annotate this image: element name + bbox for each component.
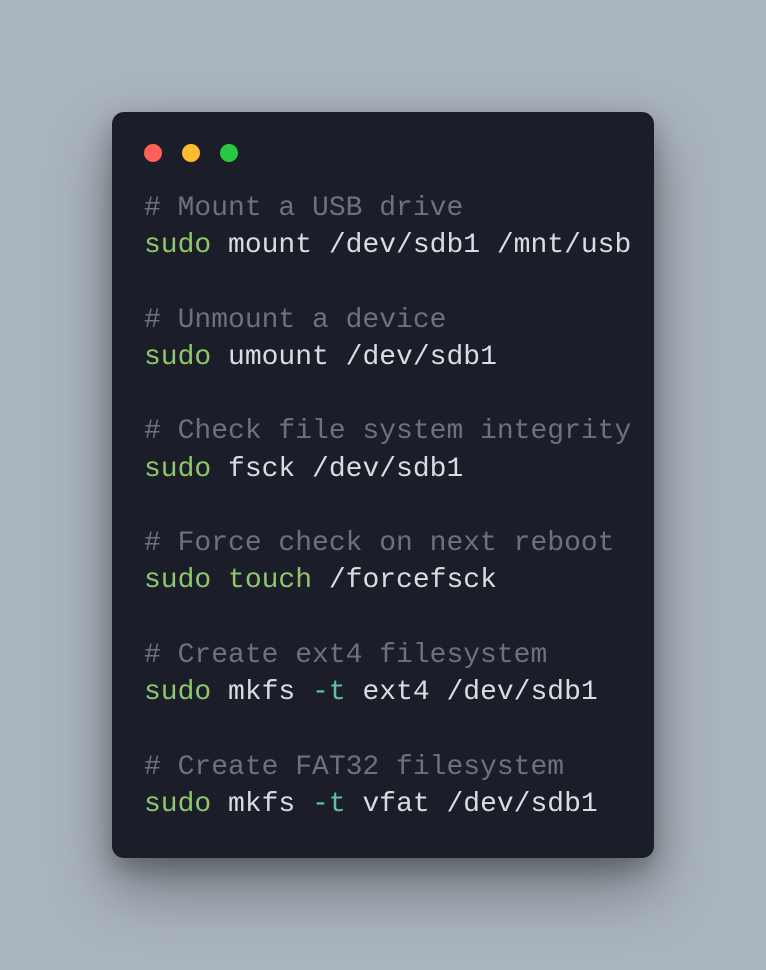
code-text: mkfs [211, 789, 312, 820]
code-keyword: touch [211, 565, 312, 596]
code-keyword: sudo [144, 565, 211, 596]
code-keyword: sudo [144, 677, 211, 708]
code-comment: # Create FAT32 filesystem [144, 752, 564, 783]
stage: # Mount a USB drive sudo mount /dev/sdb1… [0, 0, 766, 970]
code-comment: # Force check on next reboot [144, 528, 614, 559]
code-comment: # Mount a USB drive [144, 193, 463, 224]
code-text: ext4 /dev/sdb1 [346, 677, 598, 708]
code-text: fsck /dev/sdb1 [211, 454, 463, 485]
code-comment: # Check file system integrity [144, 416, 631, 447]
code-comment: # Unmount a device [144, 305, 446, 336]
code-text: /forcefsck [312, 565, 497, 596]
code-comment: # Create ext4 filesystem [144, 640, 547, 671]
code-text: umount /dev/sdb1 [211, 342, 497, 373]
code-text: mkfs [211, 677, 312, 708]
terminal-window: # Mount a USB drive sudo mount /dev/sdb1… [112, 112, 654, 858]
window-controls [144, 136, 622, 190]
code-text: vfat /dev/sdb1 [346, 789, 598, 820]
code-block: # Mount a USB drive sudo mount /dev/sdb1… [144, 190, 622, 823]
maximize-icon[interactable] [220, 144, 238, 162]
code-keyword: sudo [144, 230, 211, 261]
code-keyword: sudo [144, 454, 211, 485]
close-icon[interactable] [144, 144, 162, 162]
code-flag: -t [312, 789, 346, 820]
minimize-icon[interactable] [182, 144, 200, 162]
code-flag: -t [312, 677, 346, 708]
code-keyword: sudo [144, 342, 211, 373]
code-keyword: sudo [144, 789, 211, 820]
code-text: mount /dev/sdb1 /mnt/usb [211, 230, 631, 261]
